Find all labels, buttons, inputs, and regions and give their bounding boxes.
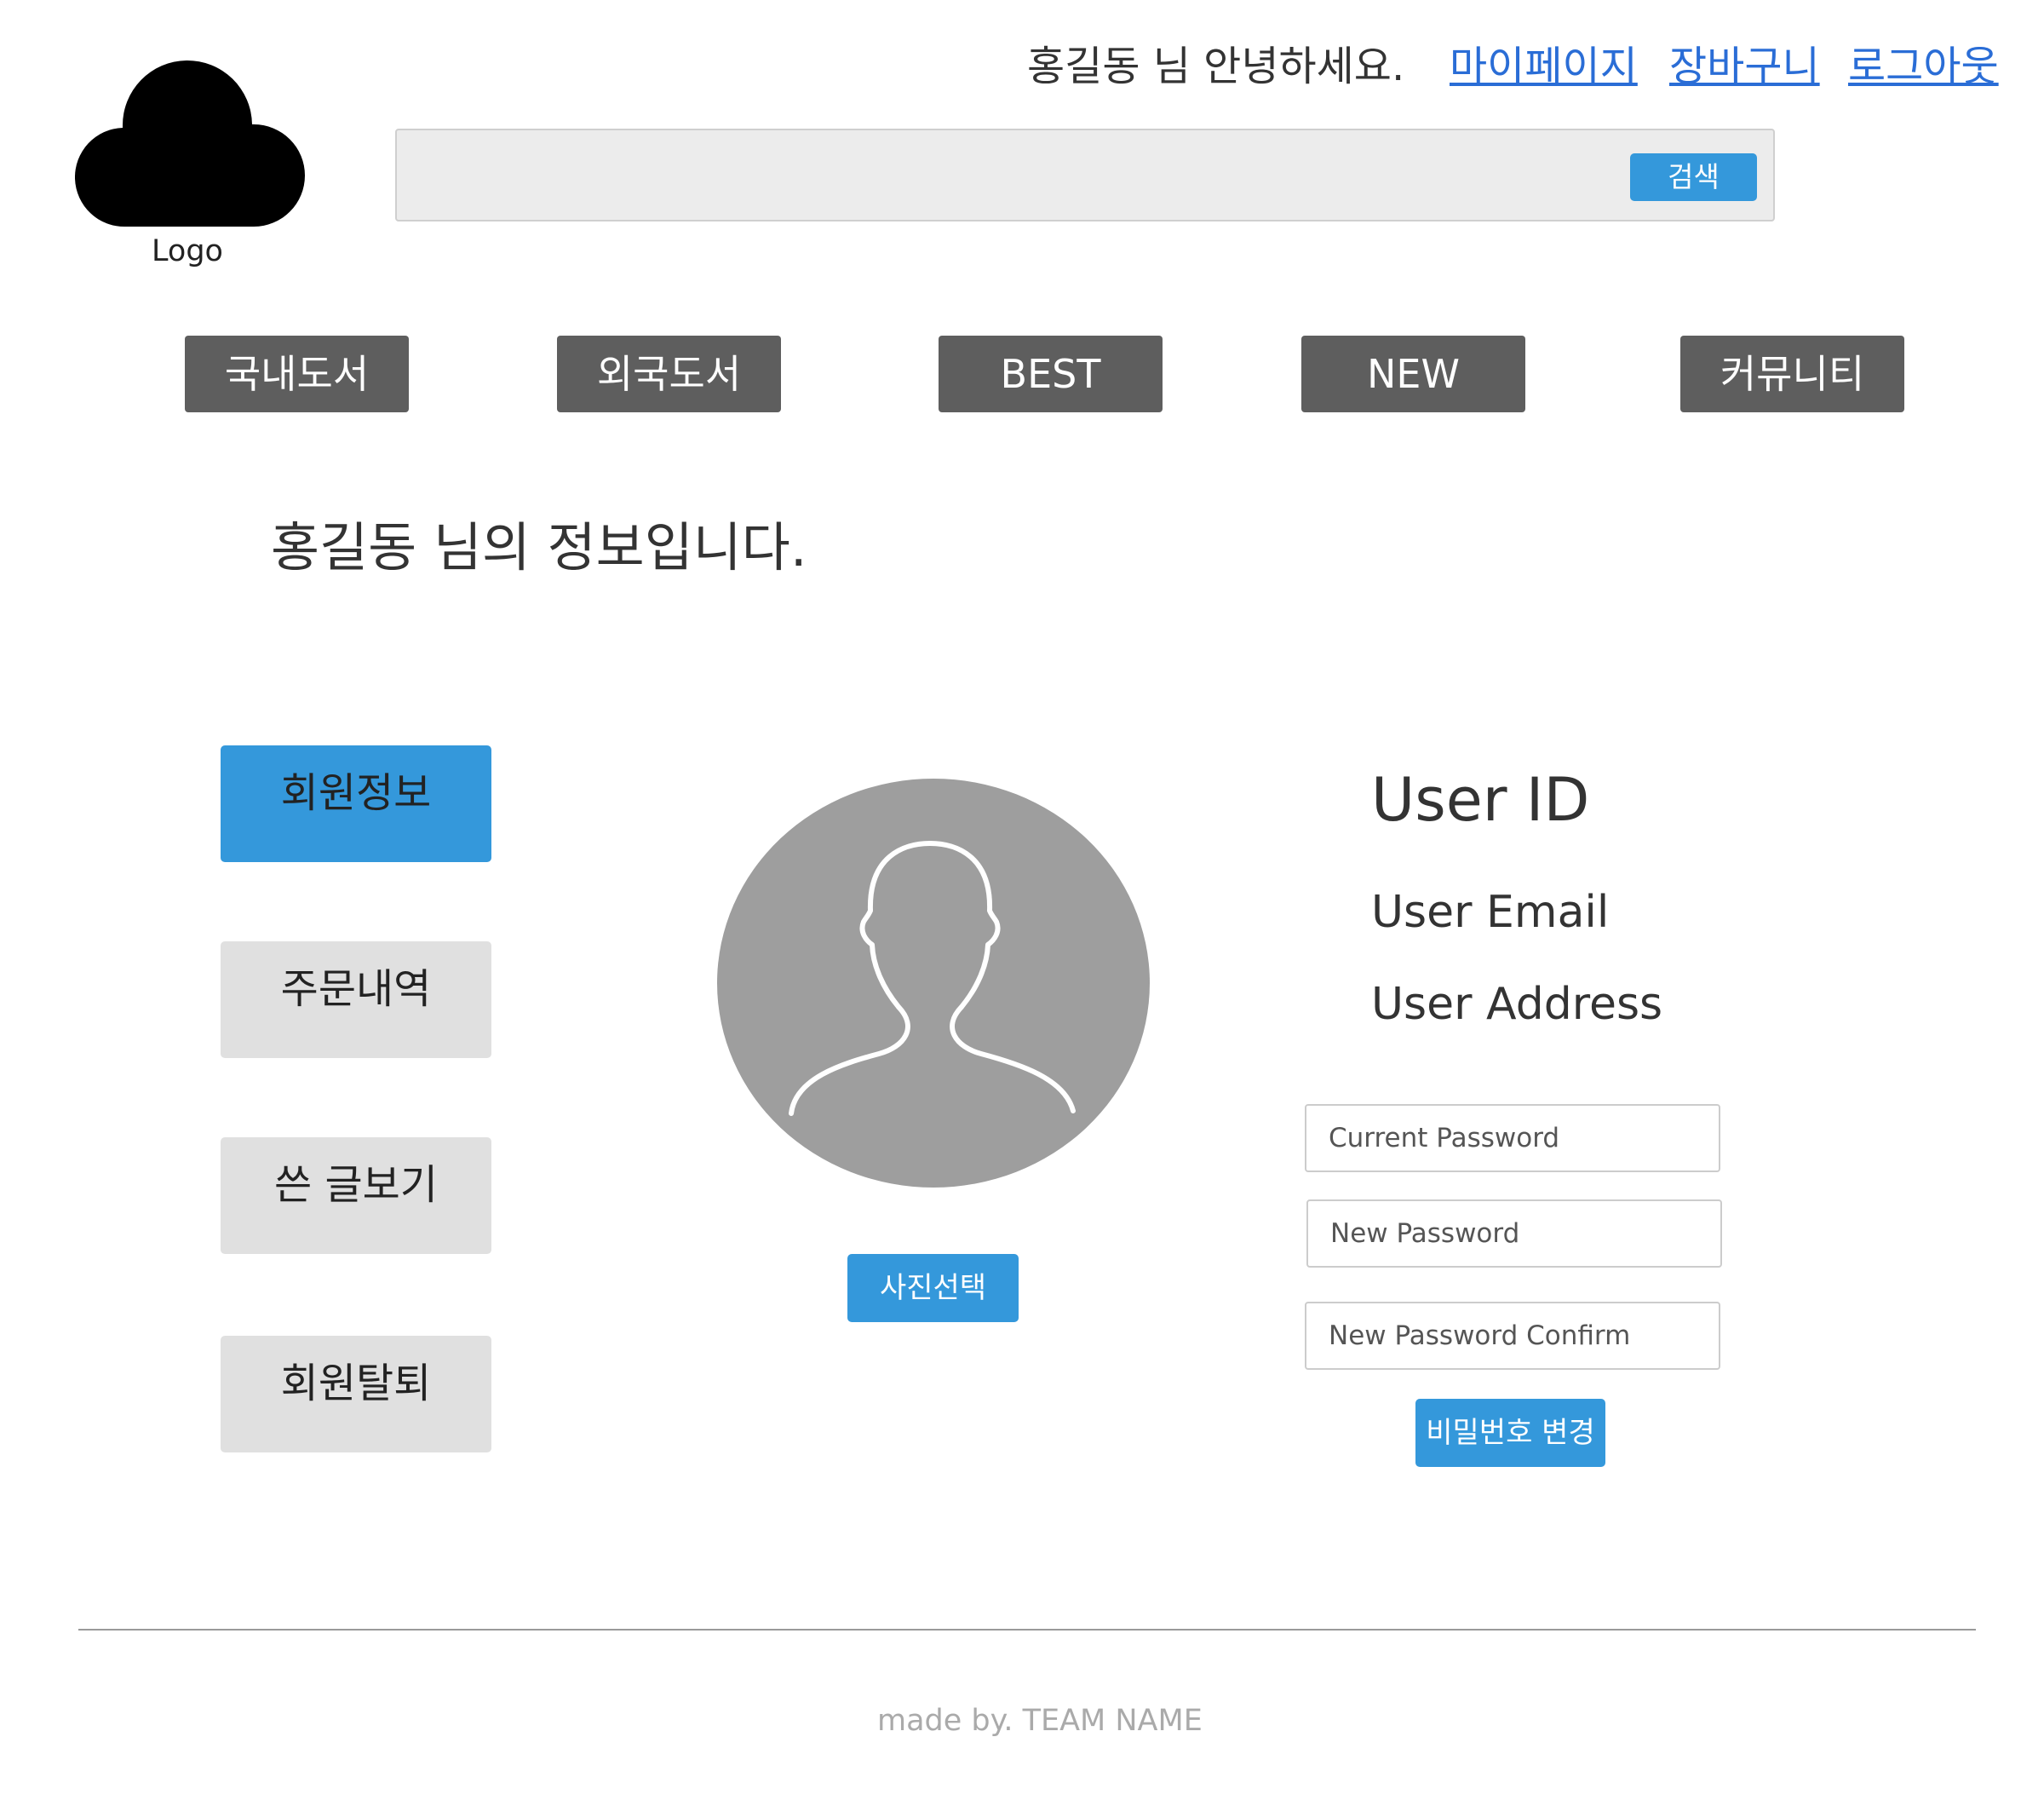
logout-link[interactable]: 로그아웃: [1848, 32, 1999, 92]
footer-divider: [78, 1629, 1976, 1631]
mypage-link[interactable]: 마이페이지: [1450, 32, 1638, 92]
new-password-field[interactable]: [1306, 1199, 1722, 1268]
nav-best[interactable]: BEST: [939, 336, 1163, 412]
footer-credit: made by. TEAM NAME: [877, 1704, 1203, 1738]
cart-link[interactable]: 장바구니: [1669, 32, 1820, 92]
search-input[interactable]: [395, 129, 1775, 221]
side-menu-my-posts[interactable]: 쓴 글보기: [221, 1137, 491, 1254]
select-photo-button[interactable]: 사진선택: [847, 1254, 1019, 1322]
user-id: User ID: [1371, 765, 1590, 835]
change-password-button[interactable]: 비밀번호 변경: [1415, 1399, 1605, 1467]
nav-domestic-books[interactable]: 국내도서: [185, 336, 409, 412]
side-menu-member-info[interactable]: 회원정보: [221, 745, 491, 862]
side-menu-withdraw[interactable]: 회원탈퇴: [221, 1336, 491, 1452]
new-password-confirm-field[interactable]: [1305, 1302, 1720, 1370]
page: Logo 홍길동 님 안녕하세요. 마이페이지 장바구니 로그아웃 검색 국내도…: [0, 0, 2044, 1806]
nav-community[interactable]: 커뮤니티: [1680, 336, 1904, 412]
search-button[interactable]: 검색: [1630, 153, 1757, 201]
user-address: User Address: [1371, 979, 1663, 1030]
side-menu-order-history[interactable]: 주문내역: [221, 941, 491, 1058]
nav-foreign-books[interactable]: 외국도서: [557, 336, 781, 412]
logo-label: Logo: [152, 234, 223, 268]
logo-cloud-icon[interactable]: [75, 58, 305, 228]
user-silhouette-icon: [717, 779, 1150, 1188]
greeting-text: 홍길동 님 안녕하세요.: [1027, 43, 1405, 90]
page-title: 홍길동 님의 정보입니다.: [271, 516, 807, 578]
current-password-field[interactable]: [1305, 1104, 1720, 1172]
nav-new[interactable]: NEW: [1301, 336, 1525, 412]
user-email: User Email: [1371, 887, 1610, 938]
